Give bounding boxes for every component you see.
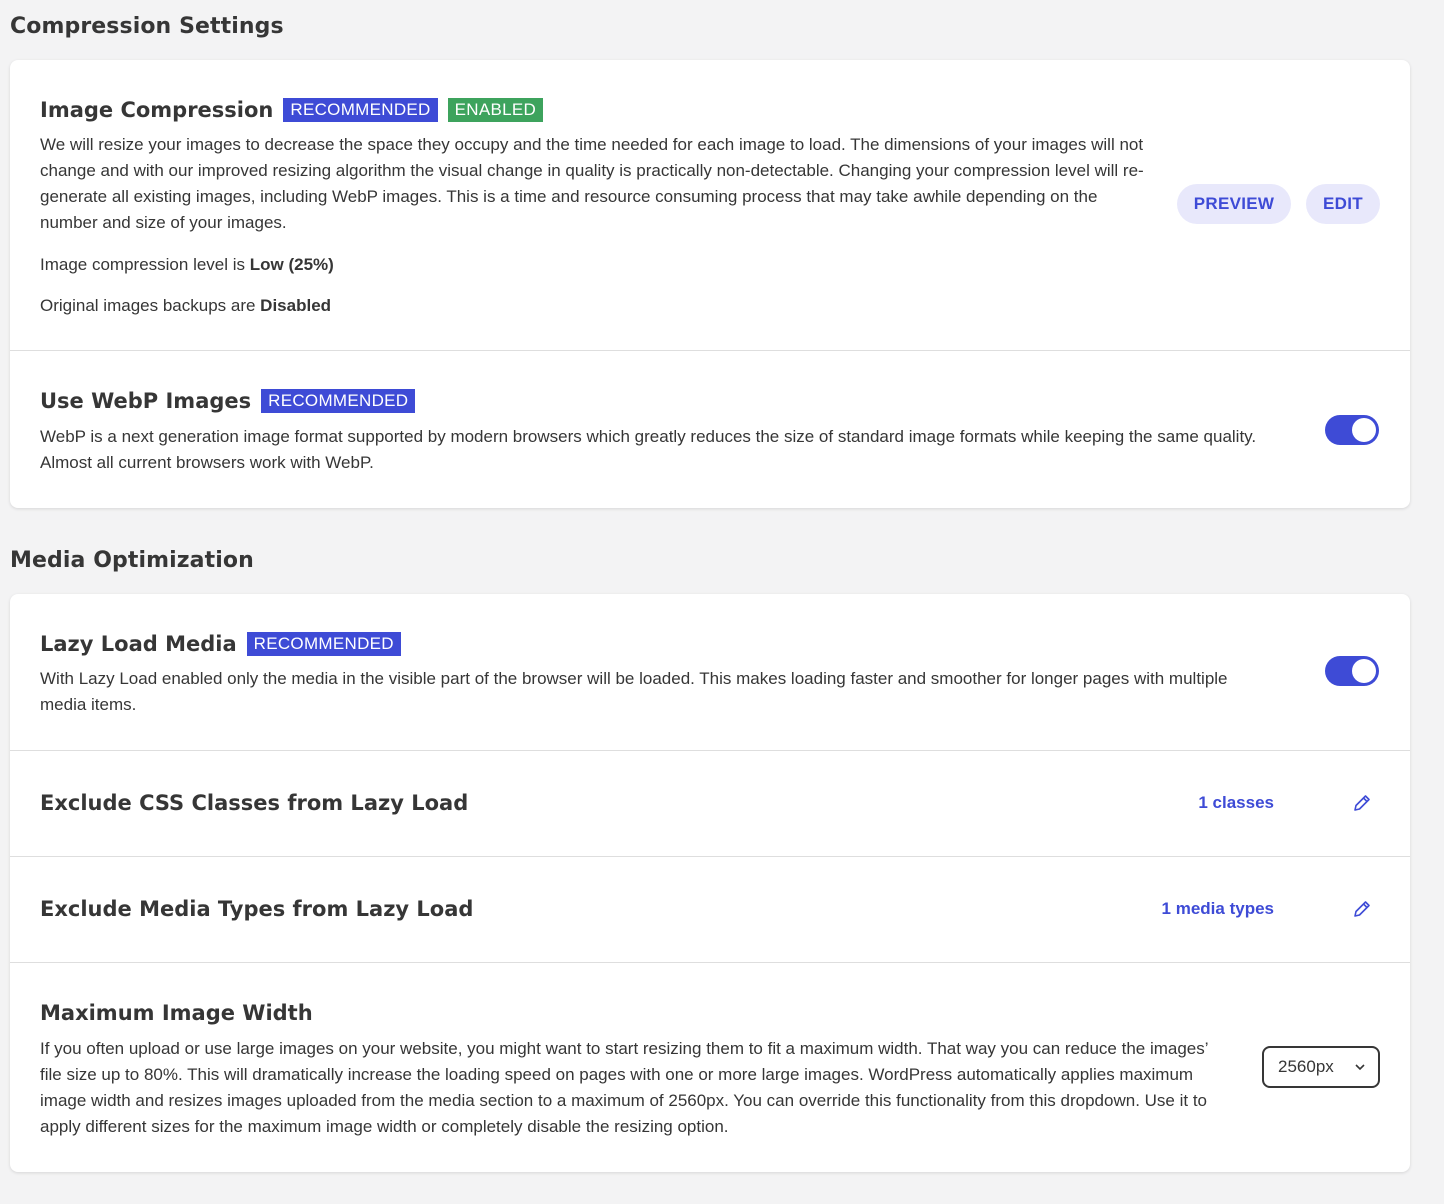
edit-button[interactable]: EDIT (1306, 184, 1380, 224)
compression-level-value: Low (25%) (249, 255, 334, 274)
max-width-selected-value: 2560px (1278, 1057, 1334, 1076)
backup-status-label: Original images backups are (40, 296, 261, 315)
pencil-icon[interactable] (1352, 899, 1372, 919)
lazy-load-toggle[interactable] (1325, 656, 1379, 686)
lazy-load-row: Lazy Load Media RECOMMENDED With Lazy Lo… (10, 594, 1410, 751)
exclude-media-title: Exclude Media Types from Lazy Load (40, 897, 474, 921)
exclude-media-row: Exclude Media Types from Lazy Load 1 med… (10, 857, 1410, 963)
max-width-description: If you often upload or use large images … (40, 1039, 1208, 1136)
compression-level-label: Image compression level is (40, 255, 250, 274)
max-width-select[interactable]: 2560px (1262, 1046, 1380, 1088)
max-width-title: Maximum Image Width (40, 1001, 313, 1025)
preview-button[interactable]: PREVIEW (1177, 184, 1291, 224)
css-classes-count-link[interactable]: 1 classes (1198, 793, 1274, 813)
webp-title: Use WebP Images (40, 389, 252, 413)
lazy-load-description: With Lazy Load enabled only the media in… (40, 669, 1228, 714)
recommended-badge: RECOMMENDED (283, 98, 438, 122)
recommended-badge: RECOMMENDED (261, 389, 416, 413)
media-card: Lazy Load Media RECOMMENDED With Lazy Lo… (10, 594, 1410, 1172)
pencil-icon[interactable] (1352, 793, 1372, 813)
media-types-count-link[interactable]: 1 media types (1162, 899, 1274, 919)
webp-toggle[interactable] (1325, 415, 1379, 445)
compression-section-title: Compression Settings (10, 14, 284, 39)
image-compression-title: Image Compression (40, 98, 274, 122)
compression-card: Image Compression RECOMMENDED ENABLED We… (10, 60, 1410, 508)
toggle-knob (1352, 659, 1376, 683)
lazy-load-title: Lazy Load Media (40, 632, 237, 656)
exclude-css-title: Exclude CSS Classes from Lazy Load (40, 791, 469, 815)
max-width-row: Maximum Image Width If you often upload … (10, 963, 1410, 1172)
exclude-css-row: Exclude CSS Classes from Lazy Load 1 cla… (10, 751, 1410, 857)
webp-description: WebP is a next generation image format s… (40, 427, 1257, 472)
image-compression-row: Image Compression RECOMMENDED ENABLED We… (10, 60, 1410, 351)
backup-status-value: Disabled (260, 296, 332, 315)
lazy-load-title-group: Lazy Load Media RECOMMENDED (40, 632, 401, 656)
webp-title-group: Use WebP Images RECOMMENDED (40, 389, 416, 413)
image-compression-description: We will resize your images to decrease t… (40, 135, 1144, 232)
backup-status-text: Original images backups are Disabled (40, 296, 331, 316)
chevron-down-icon (1355, 1064, 1365, 1071)
image-compression-title-group: Image Compression RECOMMENDED ENABLED (40, 98, 544, 122)
media-section-title: Media Optimization (10, 548, 254, 573)
recommended-badge: RECOMMENDED (246, 632, 401, 656)
toggle-knob (1352, 418, 1376, 442)
webp-row: Use WebP Images RECOMMENDED WebP is a ne… (10, 351, 1410, 508)
enabled-badge: ENABLED (447, 98, 544, 122)
compression-level-text: Image compression level is Low (25%) (40, 255, 334, 275)
